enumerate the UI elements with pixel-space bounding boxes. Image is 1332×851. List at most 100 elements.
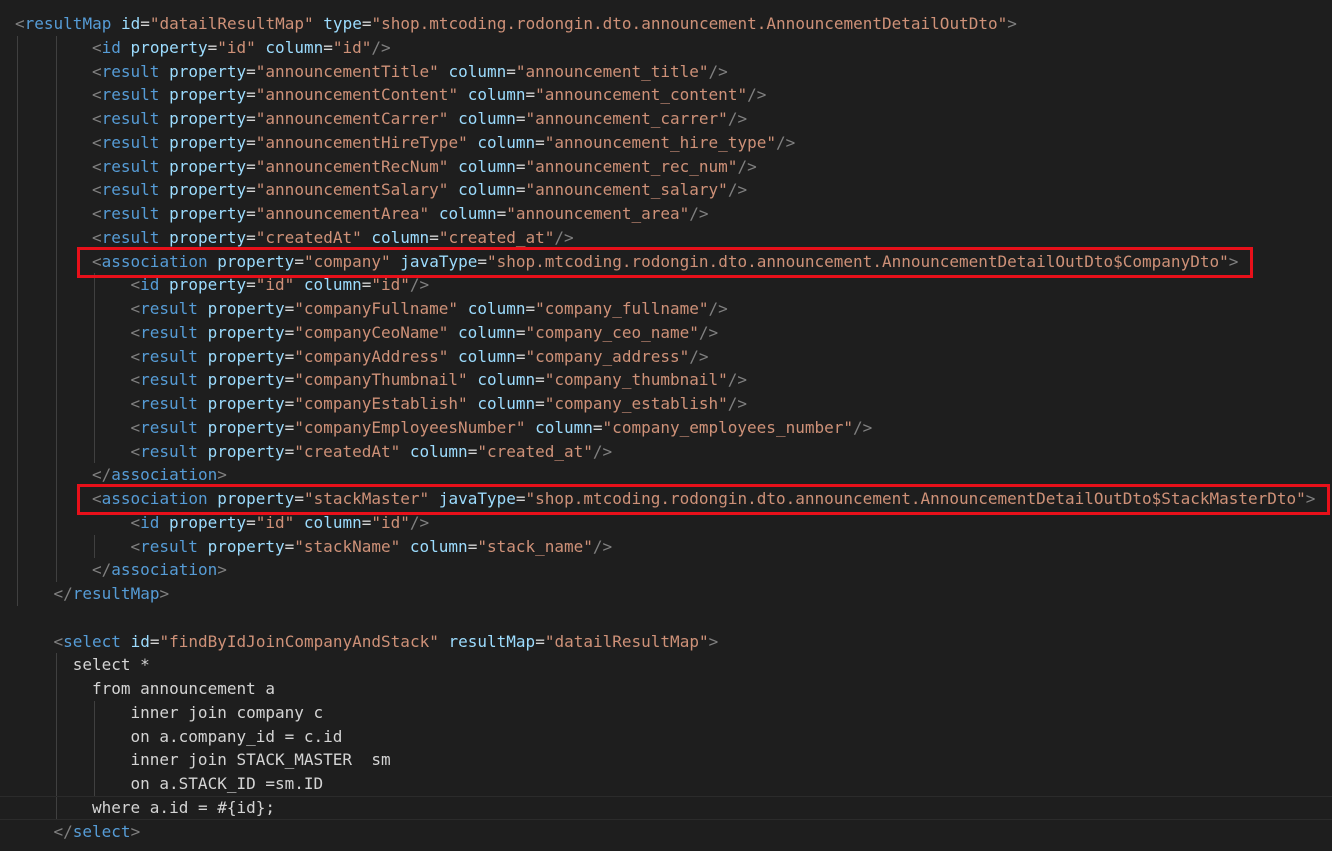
token-attr: property: [207, 536, 285, 556]
token-bracket: >: [130, 821, 141, 841]
code-line[interactable]: </association>: [0, 463, 1332, 487]
token-tag: association: [111, 465, 218, 485]
code-line-content: <result property="announcementContent" c…: [92, 83, 766, 107]
token-equals: =: [477, 251, 487, 271]
code-line[interactable]: <result property="announcementArea" colu…: [0, 202, 1332, 226]
token-attr: property: [130, 37, 208, 57]
token-equals: [468, 133, 478, 152]
code-line[interactable]: inner join STACK_MASTER sm: [0, 748, 1332, 772]
code-line[interactable]: inner join company c: [0, 701, 1332, 725]
code-line[interactable]: <select id = "findByIdJoinCompanyAndStack"…: [0, 630, 1332, 654]
token-equals: [159, 204, 169, 223]
token-bracket: <: [92, 132, 102, 152]
code-line[interactable]: <result property="announcementContent" c…: [0, 83, 1332, 107]
token-bracket: </: [92, 465, 112, 485]
code-line[interactable]: [0, 606, 1332, 630]
token-equals: [208, 252, 218, 271]
code-line[interactable]: </association>: [0, 558, 1332, 582]
code-line-content: <association property="company" javaType…: [92, 250, 1238, 274]
token-equals: [429, 204, 439, 223]
code-line-content: <result property="announcementSalary" co…: [92, 178, 747, 202]
token-attr: property: [207, 394, 285, 413]
token-equals: [429, 489, 439, 508]
token-string: "announcement_carrer": [525, 109, 728, 128]
code-line[interactable]: </resultMap>: [0, 582, 1332, 606]
code-line[interactable]: <id property="id" column="id"/>: [0, 36, 1332, 60]
token-equals: [159, 133, 169, 152]
token-equals: [198, 347, 208, 366]
token-equals: =: [207, 37, 218, 57]
code-line[interactable]: <association property="company" javaType…: [0, 250, 1332, 274]
code-line[interactable]: where a.id = #{id};: [0, 795, 1332, 820]
token-equals: =: [429, 227, 439, 247]
code-line[interactable]: <result property="companyEstablish" colu…: [0, 392, 1332, 416]
token-attr: property: [207, 322, 285, 342]
token-bracket: />: [737, 156, 757, 176]
token-equals: =: [246, 156, 256, 176]
code-line[interactable]: <result property="createdAt" column="cre…: [0, 226, 1332, 250]
code-line[interactable]: <result property="announcementTitle" col…: [0, 60, 1332, 84]
token-bracket: </: [53, 584, 73, 603]
token-attr: property: [207, 346, 285, 366]
token-tag: result: [101, 227, 160, 247]
token-equals: [468, 370, 478, 389]
code-line[interactable]: <result property="announcementHireType" …: [0, 131, 1332, 155]
token-attr: id: [120, 14, 141, 33]
token-attr: property: [207, 441, 285, 461]
token-attr: resultMap: [448, 631, 536, 651]
code-line[interactable]: <result property="announcementSalary" co…: [0, 178, 1332, 202]
code-line[interactable]: <result property="createdAt" column="cre…: [0, 440, 1332, 464]
token-string: "findByIdJoinCompanyAndStack": [159, 631, 439, 651]
token-bracket: />: [747, 85, 767, 105]
code-line[interactable]: <id property="id" column="id"/>: [0, 273, 1332, 297]
code-line[interactable]: from announcement a: [0, 677, 1332, 701]
token-attr: column: [458, 346, 516, 366]
token-attr: column: [303, 512, 362, 532]
token-string: "id": [255, 275, 295, 295]
code-line[interactable]: on a.STACK_ID =sm.ID: [0, 772, 1332, 796]
code-line-content: inner join company c: [131, 701, 324, 725]
code-line[interactable]: <id property="id" column="id"/>: [0, 511, 1332, 535]
code-line[interactable]: <result property="companyEmployeesNumber…: [0, 416, 1332, 440]
code-line[interactable]: <result property="stackName" column="sta…: [0, 535, 1332, 559]
code-line[interactable]: <resultMap id="datailResultMap" type="sh…: [0, 12, 1332, 36]
token-equals: [468, 394, 478, 413]
token-bracket: <: [130, 322, 141, 342]
token-tag: id: [101, 37, 121, 57]
code-line[interactable]: <result property="companyAddress" column…: [0, 345, 1332, 369]
code-line[interactable]: <result property="companyThumbnail" colu…: [0, 368, 1332, 392]
code-line[interactable]: <result property="companyFullname" colum…: [0, 297, 1332, 321]
token-equals: =: [515, 109, 526, 128]
token-string: "announcementCarrer": [255, 109, 449, 128]
token-string: "id": [332, 37, 372, 57]
code-line[interactable]: </select>: [0, 820, 1332, 844]
code-line[interactable]: on a.company_id = c.id: [0, 725, 1332, 749]
code-editor[interactable]: <resultMap id="datailResultMap" type="sh…: [0, 0, 1332, 851]
token-text: inner join STACK_MASTER sm: [130, 750, 391, 770]
code-line[interactable]: <result property="announcementCarrer" co…: [0, 107, 1332, 131]
code-line[interactable]: <result property="companyCeoName" column…: [0, 321, 1332, 345]
token-string: "announcementHireType": [255, 132, 468, 152]
token-tag: id: [140, 275, 160, 295]
token-string: "company_ceo_name": [525, 322, 699, 342]
code-line[interactable]: <association property="stackMaster" java…: [0, 487, 1332, 511]
token-bracket: />: [689, 204, 709, 223]
token-tag: association: [111, 560, 218, 580]
token-bracket: >: [159, 584, 170, 603]
token-equals: [121, 38, 131, 57]
token-bracket: />: [775, 132, 796, 152]
token-string: "announcementArea": [255, 204, 430, 223]
token-equals: =: [140, 14, 150, 33]
token-string: "company_thumbnail": [544, 370, 728, 390]
token-string: "companyAddress": [294, 346, 449, 366]
code-line-content: <id property="id" column="id"/>: [131, 273, 430, 297]
token-attr: column: [467, 299, 526, 318]
code-line[interactable]: <result property="announcementRecNum" co…: [0, 155, 1332, 179]
token-equals: =: [284, 322, 295, 342]
token-attr: column: [477, 132, 536, 152]
token-attr: property: [169, 132, 247, 152]
code-line[interactable]: select *: [0, 653, 1332, 677]
code-line-content: <result property="companyCeoName" column…: [131, 321, 719, 345]
token-bracket: <: [92, 204, 102, 223]
token-bracket: >: [708, 631, 719, 651]
